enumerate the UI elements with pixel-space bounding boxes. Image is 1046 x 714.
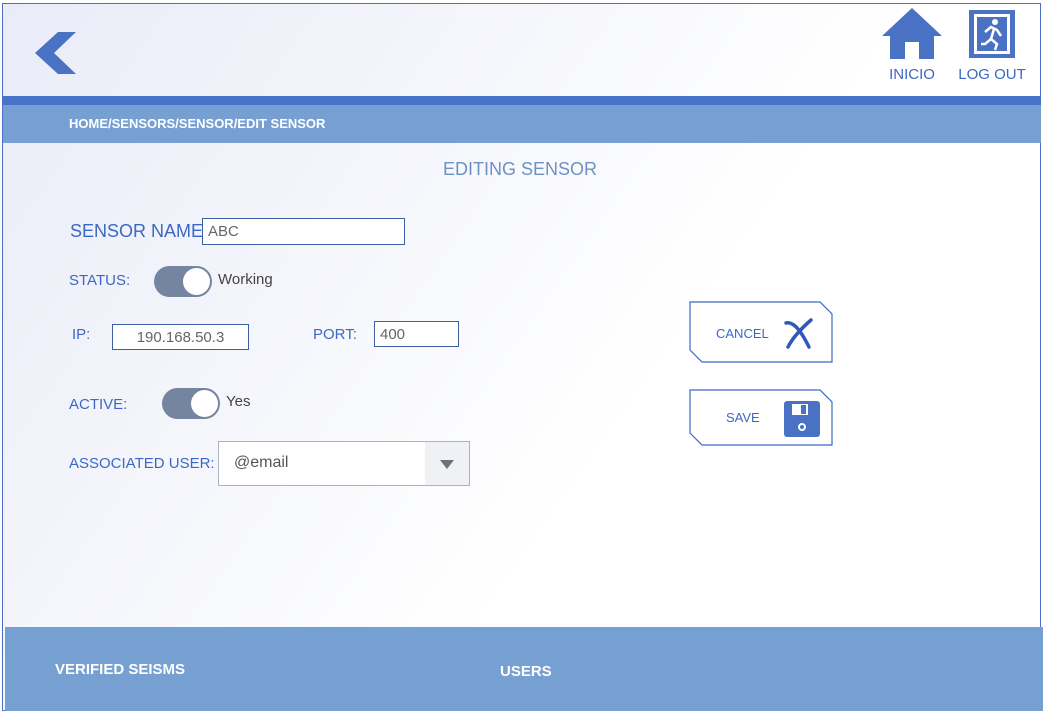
cancel-label: CANCEL (716, 326, 769, 341)
breadcrumb-bar: HOME/SENSORS/SENSOR/EDIT SENSOR (3, 105, 1041, 143)
port-input[interactable] (374, 321, 459, 347)
active-label: ACTIVE: (69, 396, 128, 413)
active-toggle[interactable] (162, 388, 220, 419)
port-label: PORT: (313, 326, 357, 343)
footer-nav: VERIFIED SEISMS USERS (5, 627, 1043, 711)
home-label: INICIO (889, 66, 935, 83)
home-icon (882, 8, 942, 59)
ip-input[interactable] (112, 324, 249, 350)
home-button[interactable]: INICIO (880, 6, 944, 83)
status-label: STATUS: (69, 272, 131, 289)
status-text: Working (218, 271, 273, 288)
status-toggle-knob (183, 268, 210, 295)
active-text: Yes (226, 393, 251, 410)
ip-label: IP: (72, 326, 91, 343)
breadcrumb[interactable]: HOME/SENSORS/SENSOR/EDIT SENSOR (69, 116, 325, 131)
logout-label: LOG OUT (958, 66, 1026, 83)
cancel-button[interactable]: CANCEL (689, 301, 834, 364)
top-accent-bar (3, 96, 1041, 105)
dropdown-arrow-area[interactable] (425, 442, 469, 485)
save-button[interactable]: SAVE (689, 389, 834, 447)
floppy-disk-icon (784, 401, 820, 437)
associated-user-value: @email (234, 454, 289, 471)
logout-button[interactable]: LOG OUT (954, 8, 1030, 83)
sensor-name-label: SENSOR NAME (70, 221, 204, 241)
active-toggle-knob (191, 390, 218, 417)
save-label: SAVE (726, 410, 760, 425)
close-icon (784, 318, 813, 349)
page-title: EDITING SENSOR (442, 159, 598, 179)
footer-verified-seisms[interactable]: VERIFIED SEISMS (55, 661, 185, 678)
footer-users[interactable]: USERS (500, 663, 552, 680)
back-button[interactable] (32, 30, 82, 78)
associated-user-select[interactable]: @email (218, 441, 470, 486)
sensor-name-input[interactable] (202, 218, 405, 245)
associated-user-label: ASSOCIATED USER: (69, 455, 215, 472)
status-toggle[interactable] (154, 266, 212, 297)
exit-door-icon (969, 10, 1015, 58)
back-arrow-icon (35, 32, 76, 74)
chevron-down-icon (440, 460, 454, 469)
